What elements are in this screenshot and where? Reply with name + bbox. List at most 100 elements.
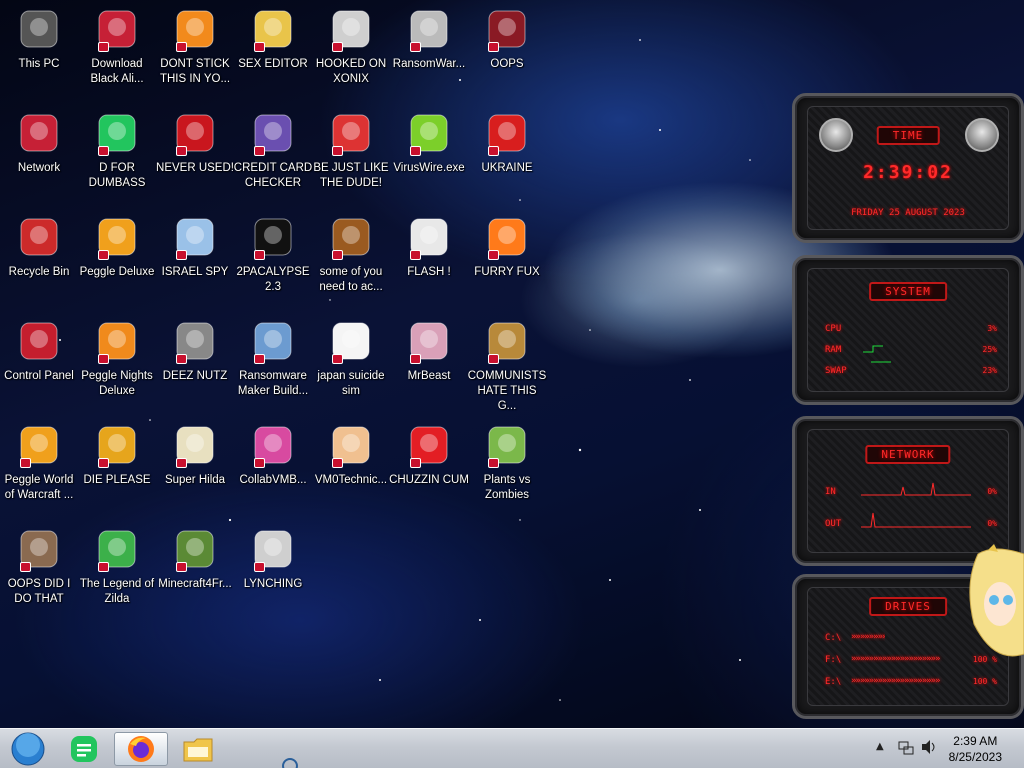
- desktop-icon[interactable]: FLASH !: [390, 214, 468, 280]
- desktop-icon[interactable]: FURRY FUX: [468, 214, 546, 280]
- desktop-icon[interactable]: BE JUST LIKE THE DUDE!: [312, 110, 390, 191]
- shortcut-badge-icon: [410, 42, 421, 52]
- taskbar-file-explorer[interactable]: [172, 732, 224, 766]
- desktop-icon[interactable]: HOOKED ON XONIX: [312, 6, 390, 87]
- desktop-icon[interactable]: VM0Technic...: [312, 422, 390, 488]
- desktop-icon[interactable]: Recycle Bin: [0, 214, 78, 280]
- shortcut-badge-icon: [176, 562, 187, 572]
- desktop-icon[interactable]: DONT STICK THIS IN YO...: [156, 6, 234, 87]
- gadget-row-label: E:\: [825, 677, 842, 687]
- desktop-icon[interactable]: Ransomware Maker Build...: [234, 318, 312, 399]
- desktop-icon-label: BE JUST LIKE THE DUDE!: [313, 162, 389, 189]
- volume-icon[interactable]: [920, 739, 938, 759]
- desktop-icon[interactable]: COMMUNISTS HATE THIS G...: [468, 318, 546, 414]
- system-gadget: SYSTEM CPU 3% RAM 25% SWAP 23%: [792, 255, 1024, 405]
- desktop-icon[interactable]: Control Panel: [0, 318, 78, 384]
- alien-laptop-icon: [484, 6, 530, 52]
- firefox-icon: [484, 214, 530, 260]
- gadget-date: FRIDAY 25 AUGUST 2023: [851, 208, 965, 218]
- traffic-cone-icon: [172, 6, 218, 52]
- desktop-icon[interactable]: Super Hilda: [156, 422, 234, 488]
- pixel-art-icon: [172, 422, 218, 468]
- gadget-row-value: 3%: [987, 324, 997, 333]
- desktop-icon[interactable]: CollabVMB...: [234, 422, 312, 488]
- desktop-icon[interactable]: Download Black Ali...: [78, 6, 156, 87]
- system-title: SYSTEM: [869, 282, 947, 301]
- desktop-icon-label: D FOR DUMBASS: [88, 162, 146, 189]
- desktop-icon[interactable]: japan suicide sim: [312, 318, 390, 399]
- plants-icon: [484, 422, 530, 468]
- desktop-icon-label: Peggle Nights Deluxe: [81, 370, 153, 397]
- desktop-icon[interactable]: VirusWire.exe: [390, 110, 468, 176]
- desktop-icon[interactable]: LYNCHING: [234, 526, 312, 592]
- cpu-graph: [863, 345, 891, 363]
- desktop-icon-label: DIE PLEASE: [83, 474, 151, 486]
- desktop-icon-label: OOPS: [490, 58, 524, 70]
- desktop-icon[interactable]: Peggle Nights Deluxe: [78, 318, 156, 399]
- dev-cpp-icon: [172, 110, 218, 156]
- taskbar-cursor-ring: [280, 755, 300, 768]
- desktop-icon-label: Network: [17, 162, 61, 174]
- lime-icon: [406, 110, 452, 156]
- desktop-icon-label: CollabVMB...: [239, 474, 307, 486]
- shortcut-badge-icon: [332, 42, 343, 52]
- desktop-icon[interactable]: DEEZ NUTZ: [156, 318, 234, 384]
- shortcut-badge-icon: [20, 562, 31, 572]
- desktop-icon[interactable]: Plants vs Zombies: [468, 422, 546, 503]
- desktop-icon[interactable]: Peggle Deluxe: [78, 214, 156, 280]
- network-tray-icon[interactable]: [898, 739, 914, 759]
- desktop-icon[interactable]: ISRAEL SPY: [156, 214, 234, 280]
- computer-icon: [16, 6, 62, 52]
- firefox-icon: [128, 736, 154, 762]
- system-clock[interactable]: 2:39 AM 8/25/2023: [949, 733, 1002, 765]
- desktop-icon[interactable]: D FOR DUMBASS: [78, 110, 156, 191]
- start-button[interactable]: [2, 732, 54, 766]
- shortcut-badge-icon: [254, 354, 265, 364]
- desktop-icon[interactable]: The Legend of Zilda: [78, 526, 156, 607]
- gadget-row-label: C:\: [825, 633, 842, 643]
- desktop-icon-label: VirusWire.exe: [393, 162, 465, 174]
- desktop-icon[interactable]: RansomWar...: [390, 6, 468, 72]
- gadget-row-label: F:\: [825, 655, 842, 665]
- character-sticker: [964, 544, 1024, 664]
- desktop-icon[interactable]: Network: [0, 110, 78, 176]
- radiation-icon: [484, 110, 530, 156]
- desktop-icon[interactable]: CHUZZIN CUM: [389, 422, 469, 488]
- desktop-icon[interactable]: CREDIT CARD CHECKER: [234, 110, 312, 191]
- desktop-icon-label: Minecraft4Fr...: [158, 578, 232, 590]
- desktop-icon[interactable]: SEX EDITOR: [234, 6, 312, 72]
- show-hidden-icons-icon[interactable]: ▲: [876, 741, 884, 752]
- desktop-icon[interactable]: DIE PLEASE: [78, 422, 156, 488]
- zelda-icon: [94, 526, 140, 572]
- desktop-icon-label: 2PACALYPSE 2.3: [236, 266, 310, 293]
- alien-head-icon: [94, 6, 140, 52]
- desktop-icon[interactable]: Peggle World of Warcraft ...: [0, 422, 78, 503]
- desktop-icon[interactable]: 2PACALYPSE 2.3: [234, 214, 312, 295]
- desktop-icon[interactable]: Minecraft4Fr...: [156, 526, 234, 592]
- taskbar: ▲ 2:39 AM 8/25/2023: [0, 728, 1024, 768]
- taskbar-firefox[interactable]: [114, 732, 168, 766]
- desktop-icon-label: The Legend of Zilda: [79, 578, 155, 605]
- desktop-icon[interactable]: some of you need to ac...: [312, 214, 390, 295]
- desktop-icon-label: VM0Technic...: [314, 474, 388, 486]
- desktop-icon[interactable]: This PC: [0, 6, 78, 72]
- desktop-icon[interactable]: OOPS DID I DO THAT: [0, 526, 78, 607]
- control-panel-icon: [16, 318, 62, 364]
- desktop-icon-label: This PC: [18, 58, 60, 70]
- shortcut-badge-icon: [332, 146, 343, 156]
- taskbar-green-app[interactable]: [58, 732, 110, 766]
- desktop-icon-label: CHUZZIN CUM: [389, 474, 469, 486]
- desktop-icon[interactable]: UKRAINE: [468, 110, 546, 176]
- desktop-icon-label: NEVER USED!: [156, 162, 234, 174]
- desktop-icon[interactable]: NEVER USED!: [156, 110, 234, 176]
- desktop-icon[interactable]: MrBeast: [390, 318, 468, 384]
- clock-time: 2:39 AM: [953, 734, 998, 748]
- desktop-icon-label: HOOKED ON XONIX: [315, 58, 387, 85]
- hex-editor-icon: [250, 6, 296, 52]
- desktop-icon[interactable]: OOPS: [468, 6, 546, 72]
- desktop-icon-label: FURRY FUX: [474, 266, 540, 278]
- gadget-row-label: IN: [825, 487, 836, 497]
- shortcut-badge-icon: [488, 458, 499, 468]
- desktop-icon-label: OOPS DID I DO THAT: [7, 578, 71, 605]
- desktop-icon-label: LYNCHING: [243, 578, 303, 590]
